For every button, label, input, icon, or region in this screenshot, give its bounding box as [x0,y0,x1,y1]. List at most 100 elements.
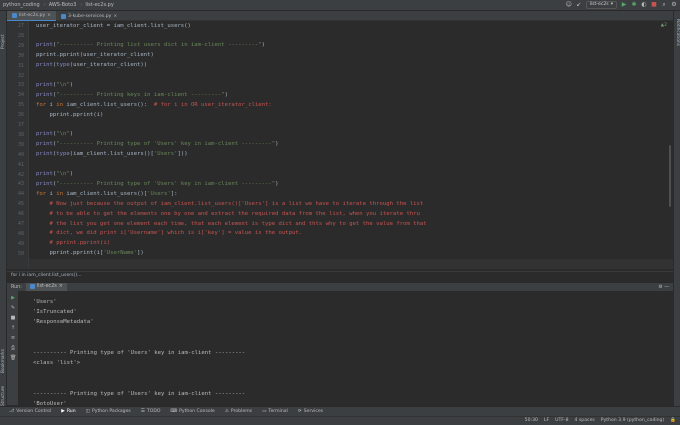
code-token: ) [261,42,266,49]
code-line[interactable]: print("---------- Printing type of 'User… [36,179,279,189]
code-token: "---------- Printing list users dict in … [56,42,262,49]
wrench-icon[interactable]: ✎ [10,305,16,311]
console-output-line: ---------- Printing type of 'Users' key … [33,350,246,356]
editor-tab-bar: list-ec2s.py × 3-kube-services.py × [7,11,673,21]
code-editor[interactable]: 27 28 29 30 31 32 33 34 35 36 37 38 39 40 41 42 43 44 45 46… [7,21,673,269]
run-console[interactable]: 'Users' 'IsTruncated' 'ResponseMetadata' --… [20,291,673,405]
breadcrumb-project[interactable]: python_coding [0,2,44,8]
tool-tab-services[interactable]: ⟳ Services [298,409,323,414]
line-number: 28 [17,32,24,39]
notifications-tool-button[interactable]: Notifications [675,19,680,46]
trash-icon[interactable]: 🗑 [10,355,16,361]
breadcrumb-folder[interactable]: AWS-Boto3 [46,2,81,8]
tool-tab-todo[interactable]: ☰ TODO [141,409,161,414]
coverage-icon[interactable]: ◐ [641,2,647,8]
code-token: print [36,62,53,69]
code-line[interactable]: # dict, we did print i['Username'] which… [36,228,302,238]
editor-breadcrumb[interactable]: for i in iam_client.list_users()... [7,271,673,280]
code-line[interactable]: print("---------- Printing type of 'User… [36,139,279,149]
up-icon[interactable]: ↑ [10,325,16,331]
gear-icon[interactable]: ⚙ [671,2,677,8]
tool-tab-label: Terminal [268,409,288,414]
code-token: ]) [137,250,144,257]
soft-wrap-icon[interactable]: ≡ [10,335,16,341]
code-token: 'Users' [153,151,178,158]
user-icon[interactable]: ☺ [566,2,572,8]
console-output-line: 'Users' [33,299,57,305]
tool-tab-problems[interactable]: ⚠ Problems [225,409,252,414]
inspection-warning-indicator[interactable]: ▲2 [661,23,667,28]
tab-kube-services[interactable]: 3-kube-services.py × [56,11,122,21]
tool-tab-python-packages[interactable]: ◫ Python Packages [86,409,131,414]
code-line[interactable]: print("\n") [36,80,73,90]
tool-tab-version-control[interactable]: ⎇ Version Control [9,409,51,414]
code-line[interactable]: pprint.pprint(user_iterator_client) [36,50,154,60]
line-number: 27 [17,23,24,29]
left-tool-strip: Project Bookmarks Structure [0,11,7,414]
tool-tab-terminal[interactable]: ▭ Terminal [262,409,288,414]
minimize-icon[interactable]: ⚙ — [658,285,669,290]
code-line[interactable]: user_iterator_client = iam_client.list_u… [36,21,191,31]
status-caret-position[interactable]: 50:30 [525,418,538,423]
lock-icon[interactable]: 🔒 [670,418,676,423]
code-line[interactable]: # pprint.pprint(i) [36,238,110,248]
tool-tab-run[interactable]: ▶ Run [61,409,75,414]
editor-scrollbar[interactable] [669,145,671,207]
console-output-line: 'ResponseMetadata' [33,319,94,326]
line-number: 44 [17,191,24,198]
problems-icon: ⚠ [224,409,229,414]
code-line[interactable]: # the list you get one element each time… [36,219,427,229]
code-token: for [36,101,50,108]
code-line[interactable]: print("\n") [36,129,73,139]
close-icon[interactable]: × [47,13,51,18]
tab-list-ec2s[interactable]: list-ec2s.py × [7,11,57,21]
run-toolbar: ▶ ✎ ■ ↑ ≡ ⎙ 🗑 [7,291,19,405]
run-icon[interactable]: ▶ [621,2,627,8]
tool-tab-python-console[interactable]: ⌨ Python Console [171,409,215,414]
status-python-interpreter[interactable]: Python 3.9 (python_coding) [601,418,664,423]
debug-icon[interactable]: ✱ [631,2,637,8]
line-number-gutter: 27 28 29 30 31 32 33 34 35 36 37 38 39 40 41 42 43 44 45 46… [7,21,29,269]
code-token: print [36,141,53,148]
run-label: Run: [11,284,22,290]
stop-icon[interactable]: ■ [651,2,657,8]
bookmarks-tool-button[interactable]: Bookmarks [1,349,6,373]
breadcrumb-file[interactable]: list-ec2s.py [82,2,117,8]
project-tool-button[interactable]: Project [1,34,6,49]
run-config-label: list-ec2s [589,2,609,7]
code-line[interactable]: # Now just because the output of iam_cli… [36,199,423,209]
code-token: # the list you get one element each time… [36,220,427,227]
code-token: # to be able to get the elements one by … [36,210,420,217]
tool-window-bar: ⎇ Version Control ▶ Run ◫ Python Packages ☰ TOD… [0,406,680,416]
rerun-icon[interactable]: ▶ [10,295,16,301]
version-control-icon: ⎇ [9,409,15,414]
status-bar: 50:30 LF UTF-8 4 spaces Python 3.9 (python_c… [0,416,680,425]
code-line[interactable]: print(type(user_iterator_client)) [36,60,147,70]
arrow-icon[interactable]: ↙ [576,2,582,8]
print-icon[interactable]: ⎙ [10,345,16,351]
code-token: "---------- Printing type of 'Users' key… [56,141,276,148]
code-line[interactable]: pprint.pprint(i['UserName']) [36,248,144,258]
code-line[interactable]: print("\n") [36,169,73,179]
code-token: ])) [177,151,188,158]
code-line[interactable]: print(type(iam_client.list_users()['User… [36,149,188,159]
status-indent[interactable]: 4 spaces [575,418,595,423]
code-line[interactable]: print("---------- Printing keys in iam-c… [36,90,228,100]
run-config-select[interactable]: list-ec2s ▾ [585,1,617,9]
code-line[interactable]: pprint.pprint(i) [36,110,103,120]
code-token: print [36,91,53,98]
code-line[interactable]: # to be able to get the elements one by … [36,209,420,219]
code-line[interactable]: for i in iam_client.list_users(): # for … [36,100,272,110]
close-icon[interactable]: × [113,14,117,19]
status-file-encoding[interactable]: UTF-8 [555,418,568,423]
structure-tool-button[interactable]: Structure [1,386,6,406]
python-file-icon [12,13,17,18]
search-icon[interactable]: ⌕ [661,2,667,8]
close-icon[interactable]: × [59,284,63,289]
stop-icon[interactable]: ■ [10,315,16,321]
code-line[interactable]: print("---------- Printing list users di… [36,40,265,50]
code-token: ) [69,171,74,177]
status-line-separator[interactable]: LF [544,418,549,423]
tool-tab-label: Run [66,409,76,414]
code-line[interactable]: for i in iam_client.list_users()['Users'… [36,189,178,199]
